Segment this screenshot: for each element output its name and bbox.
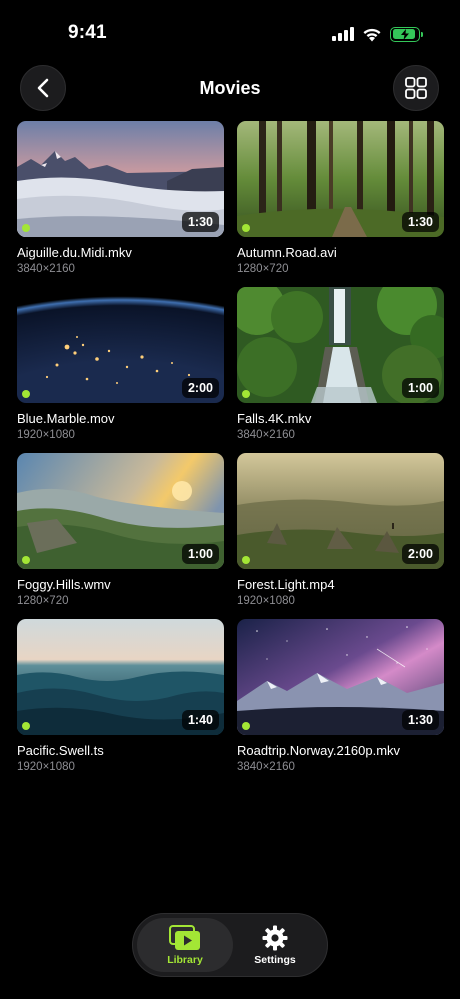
- duration-badge: 2:00: [181, 378, 219, 398]
- video-resolution: 1920×1080: [17, 761, 75, 773]
- status-bar: 9:41: [0, 0, 460, 60]
- video-resolution: 1280×720: [237, 263, 289, 275]
- status-dot: [22, 556, 30, 564]
- video-tile[interactable]: 1:30 Autumn.Road.avi 1280×720: [237, 121, 444, 287]
- status-dot: [242, 390, 250, 398]
- status-icons: [332, 24, 423, 44]
- status-dot: [22, 390, 30, 398]
- page-title: Movies: [199, 78, 261, 98]
- signal-icon: [332, 27, 354, 41]
- video-resolution: 1920×1080: [17, 429, 75, 441]
- video-filename: Blue.Marble.mov: [17, 411, 115, 426]
- video-thumbnail[interactable]: 1:30: [17, 121, 224, 237]
- tab-settings[interactable]: Settings: [227, 918, 323, 972]
- video-thumbnail[interactable]: 1:30: [237, 619, 444, 735]
- play-stack-icon: [169, 924, 200, 950]
- duration-badge: 1:30: [181, 212, 219, 232]
- tab-bar: Library Settings: [132, 913, 328, 977]
- duration-badge: 1:00: [401, 378, 439, 398]
- video-tile[interactable]: 1:40 Pacific.Swell.ts 1920×1080: [17, 619, 224, 785]
- video-tile[interactable]: 1:30 Roadtrip.Norway.2160p.mkv 3840×2160: [237, 619, 444, 785]
- battery-icon: [390, 26, 423, 42]
- grid-icon: [405, 77, 427, 99]
- video-tile[interactable]: 1:00 Foggy.Hills.wmv 1280×720: [17, 453, 224, 619]
- status-time: 9:41: [68, 22, 107, 43]
- video-filename: Autumn.Road.avi: [237, 245, 337, 260]
- video-filename: Falls.4K.mkv: [237, 411, 312, 426]
- video-filename: Forest.Light.mp4: [237, 577, 335, 592]
- video-thumbnail[interactable]: 1:30: [237, 121, 444, 237]
- video-filename: Roadtrip.Norway.2160p.mkv: [237, 743, 401, 758]
- video-resolution: 1920×1080: [237, 595, 295, 607]
- video-thumbnail[interactable]: 1:00: [17, 453, 224, 569]
- status-dot: [22, 224, 30, 232]
- video-thumbnail[interactable]: 1:40: [17, 619, 224, 735]
- video-tile[interactable]: 2:00 Forest.Light.mp4 1920×1080: [237, 453, 444, 619]
- status-dot: [242, 556, 250, 564]
- video-resolution: 3840×2160: [17, 263, 75, 275]
- tab-library[interactable]: Library: [137, 918, 233, 972]
- duration-badge: 1:00: [181, 544, 219, 564]
- tab-settings-label: Settings: [254, 953, 296, 966]
- video-tile[interactable]: 1:30 Aiguille.du.Midi.mkv 3840×2160: [17, 121, 224, 287]
- duration-badge: 1:30: [401, 710, 439, 730]
- video-resolution: 3840×2160: [237, 429, 295, 441]
- duration-badge: 1:30: [401, 212, 439, 232]
- video-grid: 1:30 Aiguille.du.Midi.mkv 3840×2160 1:30…: [17, 121, 444, 785]
- video-filename: Aiguille.du.Midi.mkv: [17, 245, 132, 260]
- status-dot: [242, 722, 250, 730]
- status-dot: [22, 722, 30, 730]
- duration-badge: 2:00: [401, 544, 439, 564]
- video-thumbnail[interactable]: 1:00: [237, 287, 444, 403]
- video-tile[interactable]: 2:00 Blue.Marble.mov 1920×1080: [17, 287, 224, 453]
- video-resolution: 1280×720: [17, 595, 69, 607]
- video-filename: Foggy.Hills.wmv: [17, 577, 111, 592]
- video-thumbnail[interactable]: 2:00: [17, 287, 224, 403]
- tab-library-label: Library: [167, 953, 203, 966]
- wifi-icon: [363, 28, 381, 41]
- video-filename: Pacific.Swell.ts: [17, 743, 104, 758]
- video-tile[interactable]: 1:00 Falls.4K.mkv 3840×2160: [237, 287, 444, 453]
- video-thumbnail[interactable]: 2:00: [237, 453, 444, 569]
- gear-icon: [262, 925, 288, 950]
- view-toggle-button[interactable]: [393, 65, 439, 111]
- duration-badge: 1:40: [181, 710, 219, 730]
- status-dot: [242, 224, 250, 232]
- video-resolution: 3840×2160: [237, 761, 295, 773]
